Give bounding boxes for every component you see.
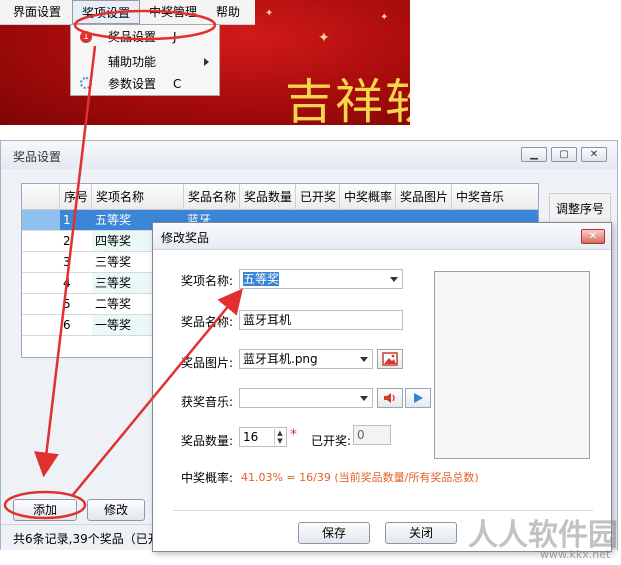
music-select[interactable] — [239, 388, 373, 408]
cell-number: 3 — [63, 255, 71, 269]
dropdown-item-auxiliary[interactable]: 辅助功能 — [71, 51, 219, 73]
dropdown-item-parameter-settings[interactable]: 参数设置 C — [71, 73, 219, 95]
step-badge: 1 — [80, 31, 92, 43]
column-header[interactable]: 奖品数量 — [240, 184, 296, 210]
quantity-value: 16 — [243, 430, 259, 444]
cell-number: 2 — [63, 234, 71, 248]
cell-number: 6 — [63, 318, 71, 332]
stepper-arrows-icon[interactable]: ▲ ▼ — [274, 429, 285, 445]
browse-image-button[interactable] — [377, 349, 403, 369]
menu-interface-settings[interactable]: 界面设置 — [4, 0, 70, 24]
column-header[interactable]: 中奖音乐 — [452, 184, 538, 210]
chevron-down-icon — [390, 277, 398, 282]
menu-prize-settings[interactable]: 奖项设置 — [72, 0, 140, 24]
play-button[interactable] — [405, 388, 431, 408]
picture-icon — [382, 352, 398, 366]
app-window-background: ✦ ✦ ✦ 吉祥软 界面设置 奖项设置 中奖管理 帮助 1 奖品设置 J 辅助功… — [0, 0, 410, 125]
save-button[interactable]: 保存 — [298, 522, 370, 544]
menu-winner-management[interactable]: 中奖管理 — [142, 0, 204, 24]
play-sound-button[interactable] — [377, 388, 403, 408]
menu-bar: 界面设置 奖项设置 中奖管理 帮助 — [0, 0, 255, 25]
dialog-title: 修改奖品 — [161, 231, 210, 245]
dropdown-item-prize-settings[interactable]: 1 奖品设置 J — [71, 26, 219, 48]
cell-number: 5 — [63, 297, 71, 311]
quantity-stepper[interactable]: 16 ▲ ▼ — [239, 427, 287, 447]
prize-image-preview — [434, 271, 590, 459]
edit-prize-dialog: 修改奖品 ✕ 奖项名称: 五等奖 奖品名称: 蓝牙耳机 奖品图片: 蓝牙耳机.p… — [152, 222, 612, 552]
adjust-order-label: 调整序号 — [556, 202, 605, 216]
dialog-title-bar: 修改奖品 ✕ — [153, 223, 611, 250]
column-header[interactable]: 奖项名称 — [92, 184, 184, 210]
award-name-value: 五等奖 — [243, 272, 280, 286]
row-selector[interactable] — [22, 210, 60, 230]
status-text: 共6条记录,39个奖品（已开奖 — [13, 532, 172, 546]
banner-title: 吉祥软 — [285, 74, 410, 125]
window-title: 奖品设置 — [13, 150, 62, 164]
drawn-label: 已开奖: — [311, 434, 352, 448]
maximize-button[interactable]: ▢ — [551, 147, 577, 162]
cell-number: 4 — [63, 276, 71, 290]
close-button[interactable]: ✕ — [581, 147, 607, 162]
award-name-label: 奖项名称: — [181, 274, 234, 288]
dropdown-item-label: 奖品设置 — [108, 30, 157, 44]
cell-award-name: 三等奖 — [95, 255, 132, 269]
play-icon — [414, 393, 423, 403]
minimize-button[interactable]: ▁ — [521, 147, 547, 162]
column-header[interactable]: 奖品图片 — [396, 184, 452, 210]
row-header-corner — [22, 184, 60, 210]
prize-image-label: 奖品图片: — [181, 356, 234, 370]
prize-image-select[interactable]: 蓝牙耳机.png — [239, 349, 373, 369]
cell-number: 1 — [63, 213, 71, 227]
sparkle-icon: ✦ — [265, 8, 274, 19]
music-label: 获奖音乐: — [181, 395, 234, 409]
sparkle-icon: ✦ — [318, 30, 330, 46]
close-dialog-button[interactable]: 关闭 — [385, 522, 457, 544]
dropdown-item-label: 参数设置 — [108, 77, 157, 91]
watermark-url: www.kkx.net — [540, 548, 611, 561]
add-button[interactable]: 添加 — [13, 499, 77, 521]
cell-award-name: 二等奖 — [95, 297, 132, 311]
shortcut-key: C — [173, 77, 182, 91]
title-bar: 奖品设置 ▁ ▢ ✕ — [1, 141, 617, 169]
prize-settings-dropdown: 1 奖品设置 J 辅助功能 参数设置 C — [70, 24, 220, 96]
column-header[interactable]: 中奖概率 — [340, 184, 396, 210]
probability-label: 中奖概率: — [181, 471, 234, 485]
probability-value: 41.03% = 16/39 (当前奖品数量/所有奖品总数) — [241, 471, 479, 484]
modify-button[interactable]: 修改 — [87, 499, 145, 521]
prize-image-value: 蓝牙耳机.png — [243, 352, 318, 366]
cell-award-name: 五等奖 — [95, 213, 132, 227]
menu-help[interactable]: 帮助 — [206, 0, 250, 24]
prize-name-input[interactable]: 蓝牙耳机 — [239, 310, 403, 330]
dialog-close-button[interactable]: ✕ — [581, 229, 605, 244]
prize-name-label: 奖品名称: — [181, 315, 234, 329]
quantity-label: 奖品数量: — [181, 434, 234, 448]
sparkle-icon: ✦ — [380, 12, 389, 23]
shortcut-key: J — [173, 30, 177, 44]
gear-icon — [80, 77, 92, 89]
column-header[interactable]: 序号 — [60, 184, 92, 210]
chevron-down-icon — [360, 357, 368, 362]
submenu-arrow-icon — [204, 58, 209, 66]
chevron-down-icon — [360, 396, 368, 401]
column-header[interactable]: 奖品名称 — [184, 184, 240, 210]
column-header[interactable]: 已开奖 — [296, 184, 340, 210]
award-name-select[interactable]: 五等奖 — [239, 269, 403, 289]
dropdown-item-label: 辅助功能 — [108, 55, 157, 69]
drawn-count-field: 0 — [353, 425, 391, 445]
speaker-icon — [384, 393, 395, 403]
required-mark: * — [290, 427, 297, 443]
